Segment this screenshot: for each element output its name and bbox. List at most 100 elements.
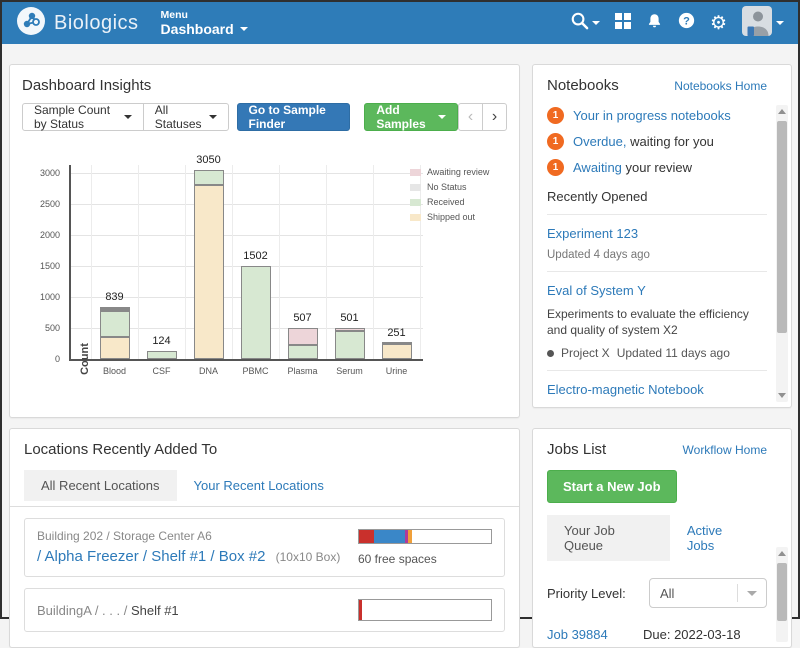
recently-opened-heading: Recently Opened <box>547 189 767 204</box>
avatar <box>742 6 772 41</box>
bar-segment[interactable] <box>100 311 130 336</box>
chevron-down-icon <box>592 21 600 25</box>
settings-button[interactable]: ⚙ <box>710 14 727 33</box>
bar-segment[interactable] <box>288 328 318 345</box>
bar-segment[interactable] <box>147 351 177 359</box>
chart-band: 507Plasma <box>279 165 326 359</box>
jobs-scrollbar[interactable] <box>776 547 788 642</box>
legend-swatch <box>410 184 421 191</box>
bar-value-label: 3050 <box>185 154 232 166</box>
x-axis-tick: Plasma <box>279 366 326 376</box>
grid-icon <box>615 13 631 34</box>
tab-your-job-queue[interactable]: Your Job Queue <box>547 515 670 561</box>
user-menu-button[interactable] <box>742 6 784 41</box>
tab-active-jobs[interactable]: Active Jobs <box>670 515 767 561</box>
next-chart-button[interactable]: › <box>482 103 507 131</box>
scroll-down-icon[interactable] <box>778 393 786 398</box>
location-breadcrumb: BuildingA / . . . / <box>37 603 127 618</box>
count-badge: 1 <box>547 107 564 124</box>
location-path-link[interactable]: / Alpha Freezer / Shelf #1 / Box #2 <box>37 548 265 565</box>
app-brand[interactable]: Biologics <box>16 6 139 41</box>
x-axis-tick: DNA <box>185 366 232 376</box>
svg-text:?: ? <box>683 15 690 27</box>
legend-swatch <box>410 169 421 176</box>
chevron-down-icon <box>747 591 757 596</box>
bar-value-label: 501 <box>326 312 373 324</box>
scrollbar-thumb[interactable] <box>777 121 787 333</box>
location-name[interactable]: Shelf #1 <box>131 603 179 618</box>
scrollbar-thumb[interactable] <box>777 563 787 621</box>
chevron-down-icon <box>209 115 217 119</box>
notebook-description: Experiments to evaluate the efficiency a… <box>547 306 767 338</box>
bar-segment[interactable] <box>335 328 365 331</box>
bar-segment[interactable] <box>100 337 130 359</box>
notebook-item: Eval of System Y Experiments to evaluate… <box>547 271 767 360</box>
priority-select[interactable]: All <box>649 578 767 608</box>
y-axis-tick: 1500 <box>10 261 60 271</box>
insights-title: Dashboard Insights <box>22 77 507 94</box>
jobs-title: Jobs List <box>547 441 606 458</box>
job-link[interactable]: Job 39884 <box>547 627 643 642</box>
locations-panel: Locations Recently Added To All Recent L… <box>9 428 520 648</box>
sample-finder-button[interactable]: Go to Sample Finder <box>237 103 351 131</box>
alert-in-progress[interactable]: 1 Your in progress notebooks <box>547 107 767 124</box>
notifications-button[interactable] <box>646 12 663 35</box>
alert-overdue[interactable]: 1 Overdue, waiting for you <box>547 133 767 150</box>
y-axis-tick: 500 <box>10 323 60 333</box>
start-new-job-button[interactable]: Start a New Job <box>547 470 677 503</box>
bar-segment[interactable] <box>194 170 224 185</box>
notebook-link[interactable]: Experiment 123 <box>547 226 638 241</box>
location-card: BuildingA / . . . / Shelf #1 <box>24 588 505 632</box>
workflow-home-link[interactable]: Workflow Home <box>683 443 767 457</box>
bar-segment[interactable] <box>335 331 365 359</box>
notebooks-scrollbar[interactable] <box>776 105 788 402</box>
chart-band: 839Blood <box>91 165 138 359</box>
product-menu-button[interactable]: Menu Dashboard <box>161 9 248 37</box>
brand-name: Biologics <box>54 12 139 35</box>
scroll-up-icon[interactable] <box>778 109 786 114</box>
priority-level-label: Priority Level: <box>547 586 626 601</box>
apps-menu-button[interactable] <box>615 13 631 34</box>
legend-label: No Status <box>427 182 467 192</box>
help-button[interactable]: ? <box>678 12 695 34</box>
bar-segment[interactable] <box>194 185 224 359</box>
bar-segment[interactable] <box>100 307 130 309</box>
bar-value-label: 1502 <box>232 250 279 262</box>
bar-segment[interactable] <box>382 344 412 359</box>
jobs-tabs: Your Job Queue Active Jobs <box>547 515 767 561</box>
count-badge: 1 <box>547 133 564 150</box>
tab-all-recent-locations[interactable]: All Recent Locations <box>24 470 177 501</box>
notebook-link[interactable]: Eval of System Y <box>547 283 646 298</box>
alert-awaiting-review[interactable]: 1 Awaiting your review <box>547 159 767 176</box>
notebooks-home-link[interactable]: Notebooks Home <box>674 79 767 93</box>
bar-segment[interactable] <box>241 266 271 359</box>
add-samples-button[interactable]: Add Samples <box>364 103 458 131</box>
chart-pager: ‹ › <box>458 103 507 131</box>
capacity-bar <box>358 599 492 621</box>
chevron-down-icon <box>776 21 784 25</box>
scroll-up-icon[interactable] <box>778 551 786 556</box>
chart-legend: Awaiting reviewNo StatusReceivedShipped … <box>410 167 489 227</box>
tab-your-recent-locations[interactable]: Your Recent Locations <box>177 470 341 501</box>
notebook-item: Electro-magnetic Notebook MyFirstProject… <box>547 370 767 408</box>
chevron-down-icon <box>438 115 446 119</box>
count-badge: 1 <box>547 159 564 176</box>
location-card: Building 202 / Storage Center A6 / Alpha… <box>24 518 505 577</box>
job-due-date: Due: 2022-03-18 <box>643 627 741 642</box>
bar-segment[interactable] <box>100 309 130 311</box>
chart-selector-dropdown[interactable]: Sample Count by Status <box>22 103 144 131</box>
job-row: Job 39884 Due: 2022-03-18 <box>547 627 767 642</box>
status-filter-dropdown[interactable]: All Statuses <box>143 103 229 131</box>
bar-segment[interactable] <box>288 345 318 359</box>
prev-chart-button[interactable]: ‹ <box>458 103 483 131</box>
notebook-updated: Updated 11 days ago <box>617 346 730 360</box>
bar-value-label: 839 <box>91 291 138 303</box>
search-button[interactable] <box>570 11 600 35</box>
chart-plot: Count 839Blood124CSF3050DNA1502PBMC507Pl… <box>69 165 423 361</box>
insights-controls: Sample Count by Status All Statuses Go t… <box>22 103 507 131</box>
notebook-link[interactable]: Electro-magnetic Notebook <box>547 382 704 397</box>
y-axis-tick: 0 <box>10 354 60 364</box>
bell-icon <box>646 12 663 35</box>
bar-segment[interactable] <box>382 342 412 344</box>
menu-label: Menu <box>161 9 248 21</box>
